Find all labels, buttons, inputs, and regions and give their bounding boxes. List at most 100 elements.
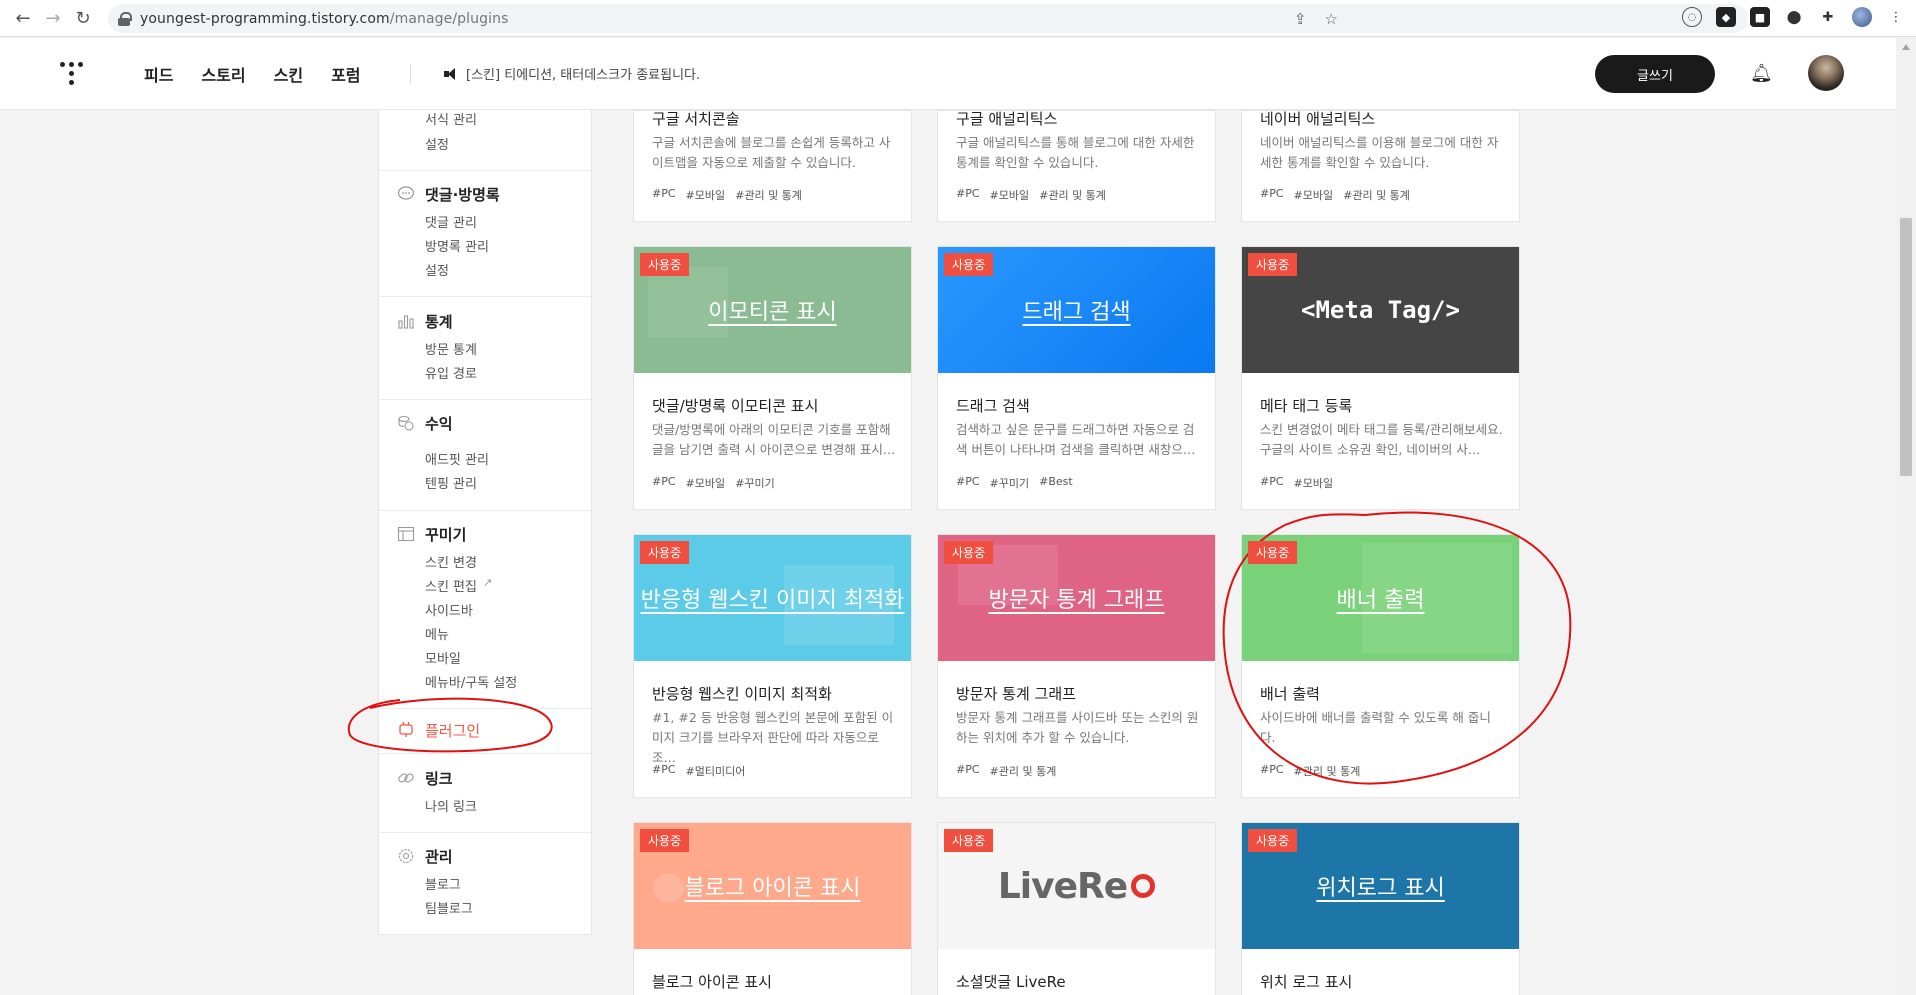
scroll-up-icon[interactable]	[1902, 44, 1910, 50]
page-scrollbar[interactable]	[1896, 38, 1916, 995]
tistory-logo-icon[interactable]	[60, 62, 84, 88]
card-thumbnail: 사용중 <Meta Tag/>	[1242, 247, 1519, 373]
card-tags: #PC #관리 및 통계	[956, 763, 1057, 778]
thumb-title: 위치로그 표시	[1316, 876, 1445, 901]
in-use-badge: 사용중	[640, 541, 690, 564]
coins-icon	[398, 415, 414, 431]
scroll-thumb[interactable]	[1900, 218, 1912, 476]
card-thumbnail: 사용중 드래그 검색	[938, 247, 1215, 373]
plugin-card-drag-search[interactable]: 사용중 드래그 검색 드래그 검색 검색하고 싶은 문구를 드래그하면 자동으로…	[937, 246, 1216, 510]
plugin-card-livere[interactable]: 사용중 LiveRe 소셜댓글 LiveRe	[937, 822, 1216, 995]
card-desc: #1, #2 등 반응형 웹스킨의 본문에 포함된 이미지 크기를 브라우저 판…	[652, 710, 894, 765]
in-use-badge: 사용중	[944, 541, 994, 564]
sidebar-item-referrers[interactable]: 유입 경로	[425, 363, 477, 382]
sidebar-item-menu[interactable]: 메뉴	[425, 624, 449, 643]
url-text: youngest-programming.tistory.com/manage/…	[140, 10, 509, 27]
sidebar-divider	[379, 510, 591, 511]
plugin-card-meta-tag[interactable]: 사용중 <Meta Tag/> 메타 태그 등록 스킨 변경없이 메타 태그를 …	[1241, 246, 1520, 510]
nav-feed[interactable]: 피드	[144, 62, 173, 86]
github-icon[interactable]: ⬤	[1784, 7, 1804, 27]
sidebar-item-settings[interactable]: 설정	[425, 134, 449, 153]
card-title: 드래그 검색	[956, 397, 1030, 415]
livere-bubble-icon	[1131, 874, 1156, 898]
sidebar-group-comments[interactable]: 댓글·방명록	[425, 184, 500, 205]
nav-skin[interactable]: 스킨	[274, 62, 303, 86]
header-divider	[410, 64, 411, 84]
browser-menu-icon[interactable]: ⋮	[1886, 7, 1906, 27]
puzzle-icon[interactable]: ✚	[1818, 7, 1838, 27]
sidebar-group-stats[interactable]: 통계	[425, 311, 453, 332]
in-use-badge: 사용중	[640, 829, 690, 852]
sidebar-item-my-link[interactable]: 나의 링크	[425, 796, 477, 815]
sidebar-item-guestbook-manage[interactable]: 방명록 관리	[425, 236, 489, 255]
nav-forum[interactable]: 포럼	[331, 62, 360, 86]
extension-circle-icon[interactable]: ◌	[1682, 7, 1702, 27]
plugin-card-emoticon[interactable]: 사용중 이모티콘 표시 댓글/방명록 이모티콘 표시 댓글/방명록에 아래의 이…	[633, 246, 912, 510]
share-icon[interactable]: ⇪	[1294, 10, 1307, 28]
thumb-title: 블로그 아이콘 표시	[684, 876, 861, 901]
card-thumbnail: 사용중 블로그 아이콘 표시	[634, 823, 911, 949]
comment-icon	[397, 186, 415, 200]
plugin-card-visitor-graph[interactable]: 사용중 방문자 통계 그래프 방문자 통계 그래프 방문자 통계 그래프를 사이…	[937, 534, 1216, 798]
address-bar[interactable]: youngest-programming.tistory.com/manage/…	[108, 4, 1748, 33]
plug-icon	[399, 722, 413, 737]
plugin-card-google-analytics[interactable]: 구글 애널리틱스 구글 애널리틱스를 통해 블로그에 대한 자세한 통계를 확인…	[937, 110, 1216, 222]
sidebar-item-adfit[interactable]: 애드핏 관리	[425, 449, 489, 468]
back-icon[interactable]: ←	[8, 3, 38, 33]
card-thumbnail: 사용중 LiveRe	[938, 823, 1215, 949]
card-desc: 검색하고 싶은 문구를 드래그하면 자동으로 검색 버튼이 나타나며 검색을 클…	[956, 422, 1196, 457]
sidebar-group-design[interactable]: 꾸미기	[425, 524, 466, 545]
forward-icon[interactable]: →	[38, 3, 68, 33]
sidebar-item-team-blog[interactable]: 팀블로그	[425, 898, 473, 917]
reload-icon[interactable]: ↻	[68, 3, 98, 33]
browser-profile-icon[interactable]	[1852, 7, 1872, 27]
sidebar-item-skin-change[interactable]: 스킨 변경	[425, 552, 477, 571]
plugin-card-responsive-image[interactable]: 사용중 반응형 웹스킨 이미지 최적화 반응형 웹스킨 이미지 최적화 #1, …	[633, 534, 912, 798]
plugin-card-google-search-console[interactable]: 구글 서치콘솔 구글 서치콘솔에 블로그를 손쉽게 등록하고 사이트맵을 자동으…	[633, 110, 912, 222]
thumb-title: 이모티콘 표시	[708, 300, 837, 325]
layout-icon	[397, 526, 415, 542]
card-title: 네이버 애널리틱스	[1260, 110, 1376, 128]
sidebar-item-mobile[interactable]: 모바일	[425, 648, 461, 667]
notice-banner[interactable]: [스킨] 티에디션, 태터데스크가 종료됩니다.	[444, 64, 700, 83]
nav-story[interactable]: 스토리	[201, 62, 245, 86]
sidebar-divider	[379, 399, 591, 400]
gear-icon	[398, 848, 414, 864]
sidebar-item-comment-manage[interactable]: 댓글 관리	[425, 212, 477, 231]
card-title: 댓글/방명록 이모티콘 표시	[652, 397, 819, 415]
card-tags: #PC #모바일 #꾸미기	[652, 475, 775, 490]
card-title: 메타 태그 등록	[1260, 397, 1353, 415]
card-title: 배너 출력	[1260, 685, 1320, 703]
plugin-card-location-log[interactable]: 사용중 위치로그 표시 위치 로그 표시	[1241, 822, 1520, 995]
sidebar-item-format[interactable]: 서식 관리	[425, 109, 477, 128]
card-title: 반응형 웹스킨 이미지 최적화	[652, 685, 832, 703]
in-use-badge: 사용중	[1248, 253, 1298, 276]
extension-shield-icon[interactable]: ◆	[1716, 7, 1736, 27]
sidebar-group-manage[interactable]: 관리	[425, 846, 453, 867]
sidebar-item-sidebar[interactable]: 사이드바	[425, 600, 473, 619]
sidebar-group-plugin[interactable]: 플러그인	[425, 720, 480, 741]
avatar[interactable]	[1808, 55, 1844, 91]
in-use-badge: 사용중	[640, 253, 690, 276]
bookmark-star-icon[interactable]: ☆	[1325, 10, 1338, 28]
sidebar-divider	[379, 753, 591, 754]
sidebar-item-skin-edit[interactable]: 스킨 편집	[425, 576, 477, 595]
card-desc: 구글 애널리틱스를 통해 블로그에 대한 자세한 통계를 확인할 수 있습니다.	[956, 135, 1195, 170]
plugin-card-banner[interactable]: 사용중 배너 출력 배너 출력 사이드바에 배너를 출력할 수 있도록 해 줍니…	[1241, 534, 1520, 798]
sidebar-item-tenping[interactable]: 텐핑 관리	[425, 473, 477, 492]
card-thumbnail: 사용중 반응형 웹스킨 이미지 최적화	[634, 535, 911, 661]
speaker-icon	[444, 67, 458, 80]
sidebar-item-menubar[interactable]: 메뉴바/구독 설정	[425, 672, 517, 691]
plugin-card-blog-icon[interactable]: 사용중 블로그 아이콘 표시 블로그 아이콘 표시	[633, 822, 912, 995]
sidebar-group-link[interactable]: 링크	[425, 768, 453, 789]
sidebar-item-visit-stats[interactable]: 방문 통계	[425, 339, 477, 358]
sidebar-item-comment-settings[interactable]: 설정	[425, 260, 449, 279]
card-thumbnail: 사용중 배너 출력	[1242, 535, 1519, 661]
sidebar-group-revenue[interactable]: 수익	[425, 413, 453, 434]
write-button[interactable]: 글쓰기	[1595, 55, 1715, 93]
extension-box-icon[interactable]: ■	[1750, 7, 1770, 27]
plugin-card-naver-analytics[interactable]: 네이버 애널리틱스 네이버 애널리틱스를 이용해 블로그에 대한 자세한 통계를…	[1241, 110, 1520, 222]
bell-icon[interactable]: 🔔︎	[1750, 63, 1773, 85]
in-use-badge: 사용중	[944, 253, 994, 276]
sidebar-item-blog[interactable]: 블로그	[425, 874, 461, 893]
